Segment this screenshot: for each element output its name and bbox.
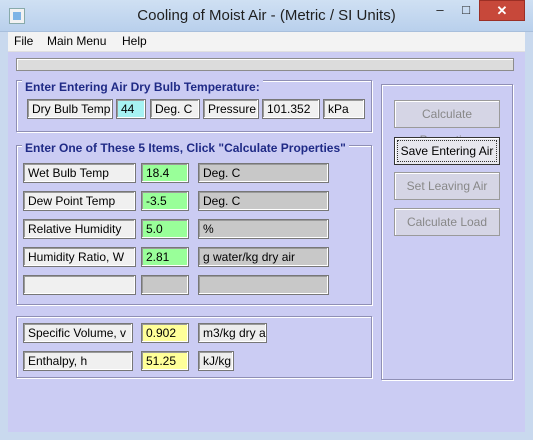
progress-strip xyxy=(16,58,514,71)
calculate-properties-button[interactable]: Calculate Properties xyxy=(394,100,500,147)
specific-volume-label: Specific Volume, v xyxy=(23,323,133,343)
relative-humidity-label: Relative Humidity xyxy=(23,219,136,239)
humidity-ratio-label: Humidity Ratio, W xyxy=(23,247,136,267)
menu-file[interactable]: File xyxy=(14,34,33,48)
pressure-unit: kPa xyxy=(323,99,365,119)
properties-input-title: Enter One of These 5 Items, Click "Calcu… xyxy=(22,141,349,155)
wet-bulb-unit: Deg. C xyxy=(198,163,329,183)
calculate-load-button[interactable]: Calculate Load xyxy=(394,208,500,236)
dry-bulb-unit: Deg. C xyxy=(150,99,200,119)
pressure-input[interactable]: 101.352 xyxy=(262,99,320,119)
wet-bulb-label: Wet Bulb Temp xyxy=(23,163,136,183)
minimize-button[interactable]: – xyxy=(427,0,453,21)
enthalpy-label: Enthalpy, h xyxy=(23,351,133,371)
humidity-ratio-unit: g water/kg dry air xyxy=(198,247,329,267)
menu-bar: File Main Menu Help xyxy=(8,32,525,52)
relative-humidity-unit: % xyxy=(198,219,329,239)
enthalpy-value: 51.25 xyxy=(141,351,189,371)
dry-bulb-input[interactable]: 44 xyxy=(116,99,146,119)
extra-item-unit xyxy=(198,275,329,295)
relative-humidity-input[interactable]: 5.0 xyxy=(141,219,189,239)
maximize-button[interactable]: □ xyxy=(453,0,479,21)
entering-air-title: Enter Entering Air Dry Bulb Temperature: xyxy=(22,80,263,94)
dew-point-label: Dew Point Temp xyxy=(23,191,136,211)
menu-main-menu[interactable]: Main Menu xyxy=(47,34,106,48)
dew-point-unit: Deg. C xyxy=(198,191,329,211)
humidity-ratio-input[interactable]: 2.81 xyxy=(141,247,189,267)
set-leaving-air-button[interactable]: Set Leaving Air xyxy=(394,172,500,200)
pressure-label: Pressure xyxy=(203,99,259,119)
dry-bulb-label: Dry Bulb Temp xyxy=(27,99,113,119)
specific-volume-unit: m3/kg dry air xyxy=(198,323,267,343)
extra-item-input[interactable] xyxy=(141,275,189,295)
dew-point-input[interactable]: -3.5 xyxy=(141,191,189,211)
extra-item-label xyxy=(23,275,136,295)
specific-volume-value: 0.902 xyxy=(141,323,189,343)
save-entering-air-button[interactable]: Save Entering Air xyxy=(394,137,500,165)
menu-help[interactable]: Help xyxy=(122,34,147,48)
enthalpy-unit: kJ/kg xyxy=(198,351,234,371)
wet-bulb-input[interactable]: 18.4 xyxy=(141,163,189,183)
close-button[interactable]: ✕ xyxy=(479,0,525,21)
